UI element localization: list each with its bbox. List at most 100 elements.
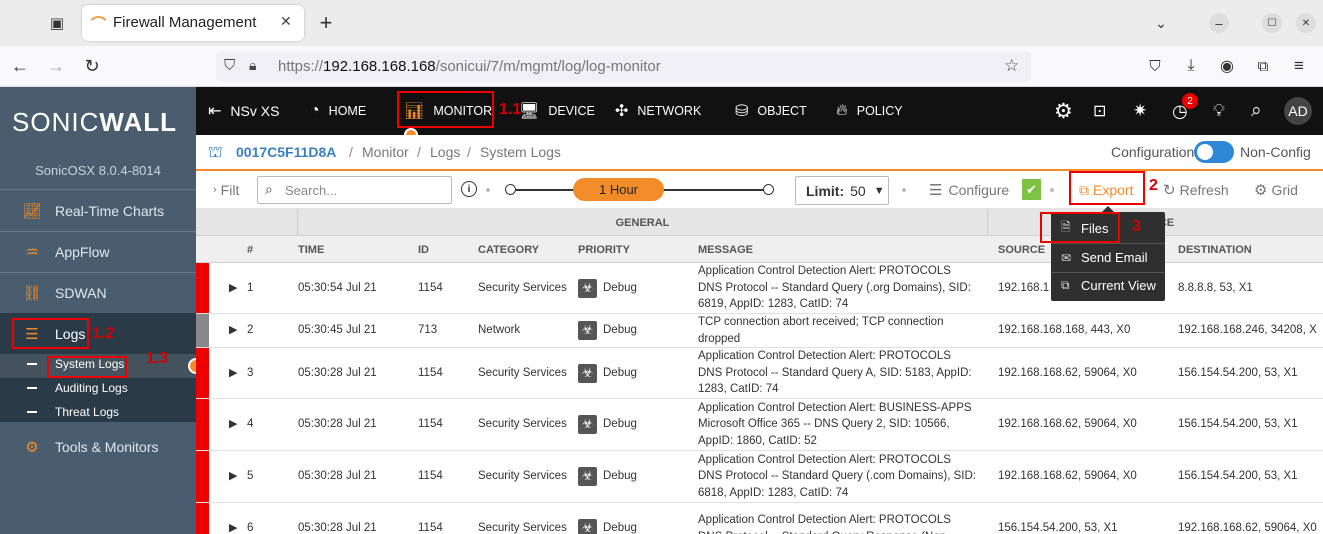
sidebar-subitem-threat-logs[interactable]: Threat Logs — [27, 405, 119, 419]
cell-category: Security Services — [478, 522, 567, 534]
expand-row-icon[interactable]: ▶ — [229, 348, 237, 398]
chart-line-icon: 📈︎ — [22, 202, 42, 220]
col-num[interactable]: # — [247, 236, 253, 263]
email-icon: ✉ — [1061, 250, 1072, 265]
breadcrumb-monitor[interactable]: Monitor — [362, 144, 409, 160]
annotation-box-monitor — [397, 91, 494, 128]
sidebar-subitem-auditing-logs[interactable]: Auditing Logs — [27, 381, 128, 395]
time-range-pill[interactable]: 1 Hour — [573, 178, 664, 201]
minimize-window-icon[interactable]: – — [1209, 13, 1229, 33]
priority-flag — [196, 399, 209, 450]
info-icon[interactable]: i — [461, 181, 477, 197]
expand-row-icon[interactable]: ▶ — [229, 314, 237, 347]
device-icon: 🖥︎ — [519, 103, 540, 120]
device-serial-link[interactable]: 0017C5F11D8A — [236, 144, 336, 160]
cell-message: Application Control Detection Alert: PRO… — [698, 350, 972, 396]
col-time[interactable]: TIME — [298, 236, 324, 263]
tab-list-chevron-icon[interactable]: ⌄ — [1150, 12, 1172, 34]
col-priority[interactable]: PRIORITY — [578, 236, 630, 263]
cell-num: 6 — [247, 522, 254, 534]
cell-category: Security Services — [478, 366, 567, 379]
breadcrumb: ⛫ 0017C5F11D8A / Monitor / Logs / System… — [196, 135, 1323, 171]
tab-title: Firewall Management — [113, 14, 257, 31]
time-slider-end-handle[interactable] — [763, 184, 774, 195]
policy-flame-icon: 🔥︎ — [836, 102, 848, 119]
nav-object[interactable]: ⛁ OBJECT — [735, 87, 807, 135]
configure-button[interactable]: ☰ Configure — [929, 171, 1009, 209]
cell-id: 1154 — [418, 418, 443, 431]
new-tab-button[interactable]: + — [313, 10, 339, 36]
forward-arrow-icon[interactable]: → — [44, 54, 68, 78]
expand-row-icon[interactable]: ▶ — [229, 451, 237, 502]
model-menu-button[interactable]: ⇤ NSv XS — [208, 87, 279, 135]
expand-row-icon[interactable]: ▶ — [229, 263, 237, 313]
checkmark-icon[interactable]: ✔ — [1022, 179, 1041, 200]
annotation-box-logs — [12, 318, 89, 349]
cell-num: 3 — [247, 366, 254, 379]
export-current-view-item[interactable]: ⧉ Current View — [1051, 271, 1165, 300]
reload-icon[interactable]: ↻ — [80, 54, 104, 78]
close-window-icon[interactable]: ✕ — [1296, 13, 1316, 33]
sidebar-item-sdwan[interactable]: ⛓ SDWAN — [0, 272, 196, 313]
tips-lightbulb-icon[interactable]: 💡︎ — [1213, 87, 1225, 135]
hamburger-menu-icon[interactable]: ≡ — [1288, 55, 1310, 77]
filter-button[interactable]: › Filt — [213, 171, 239, 209]
table-row[interactable]: ▶ 2 05:30:45 Jul 21 713 Network ☣ Debug TCP con… — [196, 314, 1323, 348]
col-destination[interactable]: DESTINATION — [1178, 236, 1252, 263]
gears-icon: ⚙ — [25, 438, 39, 456]
expand-row-icon[interactable]: ▶ — [229, 503, 237, 534]
expand-row-icon[interactable]: ▶ — [229, 399, 237, 450]
tools-wand-icon[interactable]: ✷ — [1133, 87, 1147, 135]
sidebar-item-label: SDWAN — [55, 284, 107, 301]
col-source[interactable]: SOURCE — [998, 236, 1045, 263]
tab-close-icon[interactable]: ✕ — [280, 13, 292, 30]
appflow-icon: ♒ — [25, 243, 39, 261]
export-send-email-item[interactable]: ✉ Send Email — [1051, 243, 1165, 272]
config-mode-toggle[interactable] — [1194, 141, 1234, 163]
search-input[interactable]: ⌕ Search... — [257, 176, 452, 204]
col-category[interactable]: CATEGORY — [478, 236, 539, 263]
debug-biohazard-icon: ☣ — [578, 321, 597, 340]
extensions-icon[interactable]: ⧉ — [1252, 55, 1274, 77]
table-row[interactable]: ▶ 5 05:30:28 Jul 21 1154 Security Services ☣ D… — [196, 451, 1323, 503]
url-bar[interactable]: ⛉ 🔒︎ https://192.168.168.168/sonicui/7/m… — [216, 51, 1031, 82]
table-row[interactable]: ▶ 4 05:30:28 Jul 21 1154 Security Services ☣ D… — [196, 399, 1323, 451]
col-id[interactable]: ID — [418, 236, 429, 263]
col-message[interactable]: MESSAGE — [698, 236, 753, 263]
nav-device[interactable]: 🖥︎ DEVICE — [519, 87, 595, 135]
sonicwall-favicon-icon: ⌒ — [91, 16, 107, 33]
account-icon[interactable]: ◉ — [1216, 55, 1238, 77]
maximize-window-icon[interactable]: ☐ — [1262, 13, 1282, 33]
downloads-icon[interactable]: ⤓ — [1180, 55, 1202, 77]
priority-flag — [196, 348, 209, 398]
sidebar-item-tools-monitors[interactable]: ⚙ Tools & Monitors — [0, 426, 196, 467]
refresh-button[interactable]: ↻ Refresh — [1163, 171, 1229, 209]
grid-button[interactable]: ⚙ Grid — [1254, 171, 1298, 209]
table-row[interactable]: ▶ 6 05:30:28 Jul 21 1154 Security Services ☣ D… — [196, 503, 1323, 534]
cell-message: Application Control Detection Alert: PRO… — [698, 514, 951, 534]
limit-select[interactable]: Limit: 50 ▼ — [795, 176, 889, 205]
cell-num: 5 — [247, 470, 254, 483]
back-arrow-icon[interactable]: ← — [8, 54, 32, 78]
sidebar-item-real-time-charts[interactable]: 📈︎ Real-Time Charts — [0, 190, 196, 231]
cell-num: 4 — [247, 418, 254, 431]
avatar[interactable]: AD — [1284, 97, 1312, 125]
nav-policy[interactable]: 🔥︎ POLICY — [836, 87, 903, 135]
settings-gear-icon[interactable]: ⚙ — [1054, 87, 1073, 135]
sdwan-icon: ⛓ — [22, 284, 42, 302]
cell-priority: ☣ Debug — [578, 399, 693, 450]
breadcrumb-logs[interactable]: Logs — [430, 144, 460, 160]
annotation-label-1-3: 1.3 — [146, 350, 169, 367]
table-row[interactable]: ▶ 3 05:30:28 Jul 21 1154 Security Services ☣ D… — [196, 348, 1323, 399]
sidebar-item-appflow[interactable]: ♒ AppFlow — [0, 231, 196, 272]
console-icon[interactable]: ⊡ — [1093, 87, 1106, 135]
bookmark-star-icon[interactable]: ☆ — [1004, 56, 1019, 76]
nav-home[interactable]: ◔ HOME — [310, 87, 366, 135]
debug-biohazard-icon: ☣ — [578, 363, 597, 383]
search-icon[interactable]: ⌕ — [1251, 87, 1262, 135]
time-slider-start-handle[interactable] — [505, 184, 516, 195]
browser-tab[interactable]: ⌒ Firewall Management ✕ — [82, 5, 304, 41]
tab-overview-icon[interactable]: ▣ — [44, 10, 70, 36]
nav-network[interactable]: ✣ NETWORK — [615, 87, 701, 135]
pocket-icon[interactable]: ⛉ — [1144, 55, 1166, 77]
